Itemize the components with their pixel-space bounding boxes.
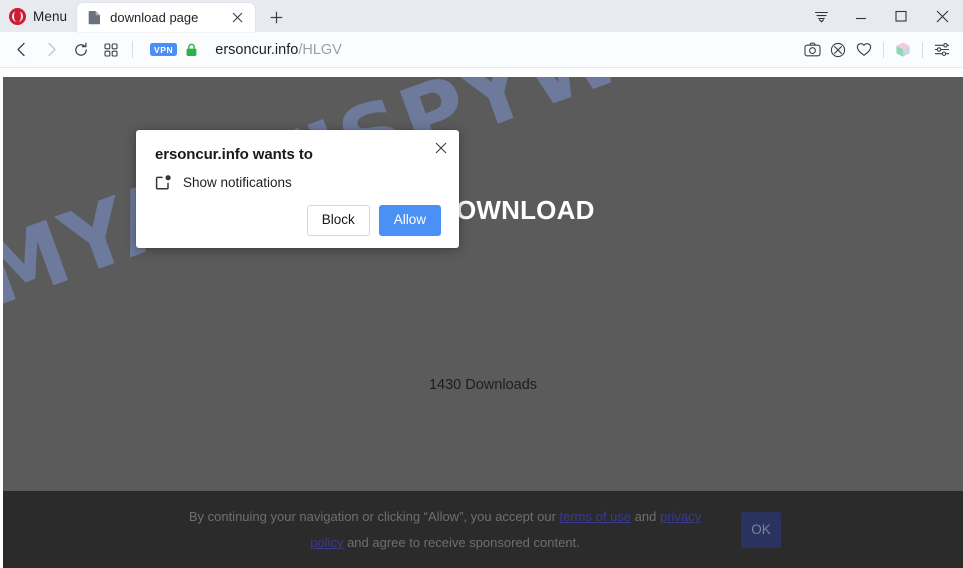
consent-ok-button[interactable]: OK: [741, 511, 781, 548]
consent-line1-a: By continuing your navigation or clickin…: [188, 509, 560, 525]
address-bar[interactable]: VPN ersoncur.info/HLGV: [141, 35, 799, 65]
permission-label: Show notifications: [183, 175, 292, 190]
url-path: /HLGV: [298, 41, 342, 58]
window-controls: [801, 0, 963, 32]
notification-permission-dialog: ersoncur.info wants to Show notification…: [136, 130, 459, 248]
snapshot-icon[interactable]: [799, 35, 825, 65]
reload-button[interactable]: [66, 35, 96, 65]
dialog-close-icon[interactable]: [432, 139, 450, 157]
toolbar-divider: [132, 41, 133, 58]
lock-icon[interactable]: [185, 43, 198, 57]
block-button[interactable]: Block: [306, 205, 370, 236]
actions-divider-2: [922, 41, 923, 58]
dialog-actions: Block Allow: [155, 205, 441, 236]
notification-icon: [155, 174, 172, 191]
browser-window: Menu download page VPN ersoncur.info/HLG…: [0, 0, 963, 568]
extensions-cube-icon[interactable]: [890, 35, 916, 65]
terms-of-use-link[interactable]: terms of use: [560, 509, 632, 524]
browser-tab[interactable]: download page: [77, 3, 256, 32]
easy-setup-icon[interactable]: [929, 35, 955, 65]
menu-lines-icon[interactable]: [801, 0, 841, 32]
url-display[interactable]: ersoncur.info/HLGV: [215, 42, 342, 58]
menu-button-label: Menu: [33, 8, 68, 24]
ad-blocker-icon[interactable]: [825, 35, 851, 65]
maximize-icon[interactable]: [881, 0, 921, 32]
consent-text: By continuing your navigation or clickin…: [185, 504, 705, 555]
page-viewport: MYANTISPYWARE.COM 5 TO DOWNLOAD 1430 Dow…: [0, 68, 963, 568]
permission-row: Show notifications: [155, 174, 441, 191]
consent-line2-b: and agree to receive sponsored content.: [343, 534, 580, 550]
consent-bar: By continuing your navigation or clickin…: [3, 491, 963, 568]
speed-dial-button[interactable]: [96, 35, 126, 65]
tab-close-icon[interactable]: [228, 8, 247, 27]
document-icon: [88, 10, 102, 25]
consent-line1-b: and: [631, 509, 657, 525]
heart-icon[interactable]: [851, 35, 877, 65]
allow-button[interactable]: Allow: [378, 205, 441, 236]
opera-logo-icon: [9, 7, 26, 25]
dialog-title: ersoncur.info wants to: [155, 146, 313, 163]
vpn-badge[interactable]: VPN: [150, 43, 178, 56]
address-bar-actions: [799, 35, 955, 65]
tab-title: download page: [110, 10, 199, 25]
download-count: 1430 Downloads: [428, 377, 538, 393]
url-domain: ersoncur.info: [215, 41, 299, 58]
navigation-toolbar: VPN ersoncur.info/HLGV: [0, 32, 963, 68]
minimize-icon[interactable]: [841, 0, 881, 32]
forward-button[interactable]: [36, 35, 66, 65]
opera-menu-button[interactable]: Menu: [0, 0, 77, 32]
new-tab-button[interactable]: [262, 3, 290, 31]
close-icon[interactable]: [921, 0, 963, 32]
back-button[interactable]: [6, 35, 36, 65]
actions-divider: [883, 41, 884, 58]
tab-strip: Menu download page: [0, 0, 963, 32]
